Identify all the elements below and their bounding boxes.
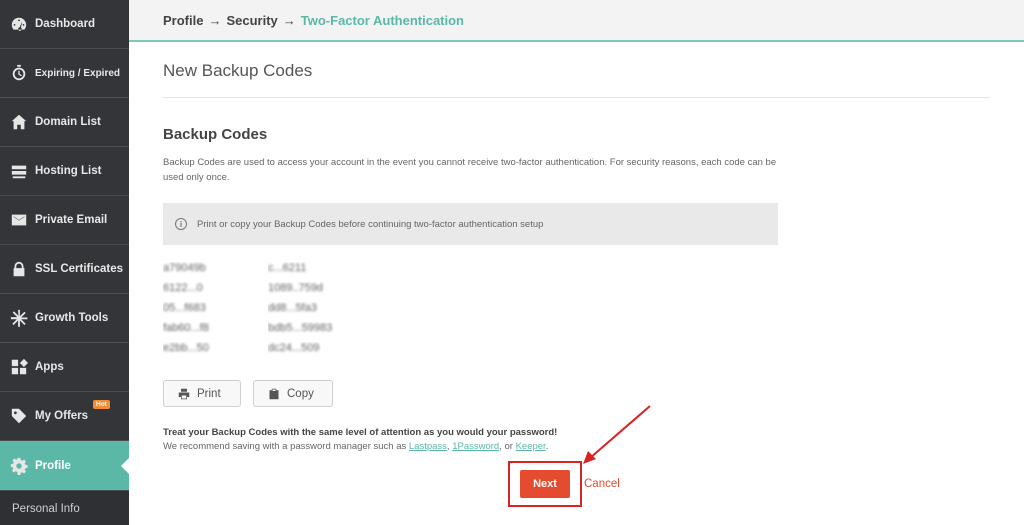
recommendation-text: We recommend saving with a password mana… xyxy=(163,441,549,452)
sidebar-item-label: Hosting List xyxy=(35,165,102,177)
sidebar-item-label: SSL Certificates xyxy=(35,263,123,275)
print-button-label: Print xyxy=(197,387,221,400)
page-title: New Backup Codes xyxy=(163,61,313,80)
backup-codes-list: a79049b c...6211 6122...0 1089..759d 05.… xyxy=(163,262,990,354)
printer-icon xyxy=(178,388,190,399)
envelope-icon xyxy=(9,210,29,230)
breadcrumb: Profile → Security → Two-Factor Authenti… xyxy=(129,0,1024,42)
lock-icon xyxy=(9,259,29,279)
backup-code: 1089..759d xyxy=(268,282,324,294)
sidebar: Dashboard Expiring / Expired Domain List… xyxy=(0,0,130,525)
backup-code: a79049b xyxy=(163,262,206,274)
sidebar-item-label: Domain List xyxy=(35,116,101,128)
breadcrumb-two-factor: Two-Factor Authentication xyxy=(300,12,464,28)
lastpass-link[interactable]: Lastpass xyxy=(409,441,447,452)
section-title: Backup Codes xyxy=(163,126,268,143)
sidebar-item-domain-list[interactable]: Domain List xyxy=(0,98,129,147)
button-row: Print Copy xyxy=(163,380,990,407)
breadcrumb-separator: → xyxy=(282,12,296,28)
sidebar-item-private-email[interactable]: Private Email xyxy=(0,196,129,245)
asterisk-icon xyxy=(9,308,29,328)
sidebar-item-ssl-certificates[interactable]: SSL Certificates xyxy=(0,245,129,294)
copy-button-label: Copy xyxy=(287,387,314,400)
sidebar-item-apps[interactable]: Apps xyxy=(0,343,129,392)
warning-text: Treat your Backup Codes with the same le… xyxy=(163,427,558,438)
sidebar-item-label: Private Email xyxy=(35,214,108,226)
sidebar-item-label: Expiring / Expired xyxy=(35,67,121,79)
print-button[interactable]: Print xyxy=(163,380,241,407)
sidebar-item-growth-tools[interactable]: Growth Tools xyxy=(0,294,129,343)
main-content: New Backup Codes Backup Codes Backup Cod… xyxy=(163,42,990,452)
backup-code: 05...f683 xyxy=(163,302,206,314)
apps-icon xyxy=(9,357,29,377)
next-button[interactable]: Next xyxy=(520,470,570,498)
sidebar-subitem-personal-info[interactable]: Personal Info xyxy=(0,491,129,525)
breadcrumb-profile[interactable]: Profile xyxy=(163,13,203,28)
sidebar-item-expiring[interactable]: Expiring / Expired xyxy=(0,49,129,98)
sidebar-item-label: Growth Tools xyxy=(35,312,109,324)
backup-code: fab60...f8 xyxy=(163,322,209,334)
backup-code: dc24...509 xyxy=(268,342,320,354)
stopwatch-icon xyxy=(9,63,29,83)
gear-icon xyxy=(9,456,29,476)
sidebar-item-dashboard[interactable]: Dashboard xyxy=(0,0,129,49)
backup-code: bdb5...59983 xyxy=(268,322,333,334)
notice-box: i Print or copy your Backup Codes before… xyxy=(163,203,778,245)
hot-badge: Hot xyxy=(93,400,110,409)
sidebar-item-my-offers[interactable]: My Offers Hot xyxy=(0,392,129,441)
backup-code: c...6211 xyxy=(268,262,307,274)
sidebar-item-label: Profile xyxy=(35,459,71,472)
form-actions: Next Cancel xyxy=(520,470,620,498)
home-icon xyxy=(9,112,29,132)
backup-code: dd8...5fa3 xyxy=(268,302,317,314)
1password-link[interactable]: 1Password xyxy=(452,441,499,452)
backup-code: e2bb...50 xyxy=(163,342,209,354)
sidebar-item-profile[interactable]: Profile xyxy=(0,441,130,491)
breadcrumb-separator: → xyxy=(208,12,222,28)
sidebar-item-label: Dashboard xyxy=(35,18,96,30)
sidebar-item-label: My Offers xyxy=(35,410,89,422)
divider xyxy=(163,97,990,98)
clipboard-icon xyxy=(269,388,279,399)
notice-text: Print or copy your Backup Codes before c… xyxy=(197,218,544,230)
sidebar-item-hosting-list[interactable]: Hosting List xyxy=(0,147,129,196)
info-icon: i xyxy=(175,218,187,230)
dashboard-icon xyxy=(9,14,29,34)
server-icon xyxy=(9,161,29,181)
cancel-link[interactable]: Cancel xyxy=(584,478,620,490)
keeper-link[interactable]: Keeper xyxy=(516,441,546,452)
backup-codes-description: Backup Codes are used to access your acc… xyxy=(163,157,777,183)
breadcrumb-security[interactable]: Security xyxy=(226,13,277,28)
tag-icon xyxy=(9,406,29,426)
sidebar-item-label: Apps xyxy=(35,361,64,373)
copy-button[interactable]: Copy xyxy=(253,380,333,407)
backup-code: 6122...0 xyxy=(163,282,203,294)
